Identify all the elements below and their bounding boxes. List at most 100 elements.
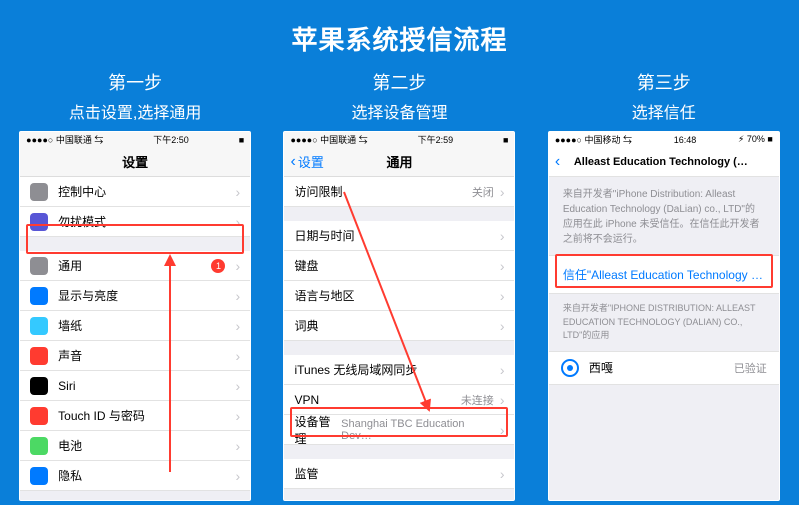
settings-row[interactable]: 设备管理Shanghai TBC Education Dev…›	[284, 415, 514, 445]
status-battery: ⚡︎ 70% ■	[738, 134, 773, 145]
chevron-left-icon: ‹	[290, 153, 295, 171]
status-carrier: ●●●●○ 中国联通 ⇆	[26, 133, 103, 146]
status-time: 下午2:50	[153, 133, 189, 146]
chevron-right-icon: ›	[494, 392, 505, 408]
status-bar: ●●●●○ 中国联通 ⇆ 下午2:59 ■	[284, 132, 514, 147]
settings-row[interactable]: 日期与时间 ›	[284, 221, 514, 251]
step-col-2: 第二步 选择设备管理 ●●●●○ 中国联通 ⇆ 下午2:59 ■ ‹ 设置 通用…	[283, 69, 515, 501]
nav-title: 通用	[386, 152, 412, 171]
app-icon	[561, 359, 579, 377]
row-label: Touch ID 与密码	[58, 407, 145, 424]
row-label: 电池	[58, 437, 82, 454]
row-label: 勿扰模式	[58, 213, 106, 230]
row-label: 通用	[58, 257, 82, 274]
status-bar: ●●●●○ 中国联通 ⇆ 下午2:50 ■	[20, 132, 250, 147]
row-label: 访问限制	[294, 183, 342, 200]
nav-back-button[interactable]: ‹ 设置	[290, 152, 323, 171]
row-value: 未连接	[461, 392, 494, 408]
settings-row[interactable]: VPN 未连接›	[284, 385, 514, 415]
chevron-right-icon: ›	[229, 438, 240, 454]
trust-button[interactable]: 信任"Alleast Education Technology (D…	[549, 255, 779, 294]
nav-title: 设置	[122, 152, 148, 171]
settings-row[interactable]: 显示与亮度›	[20, 281, 250, 311]
status-time: 16:48	[674, 135, 697, 145]
settings-row[interactable]: 键盘 ›	[284, 251, 514, 281]
step-number: 第一步	[108, 69, 162, 95]
row-label: 日期与时间	[294, 227, 354, 244]
chevron-right-icon: ›	[229, 258, 240, 274]
page-title: 苹果系统授信流程	[0, 0, 799, 69]
row-label: 显示与亮度	[58, 287, 118, 304]
settings-row[interactable]: 墙纸 ›	[20, 311, 250, 341]
settings-row[interactable]: 通用 1 ›	[20, 251, 250, 281]
nav-bar: 设置	[20, 147, 250, 177]
row-label: 设备管理	[294, 413, 341, 447]
row-label: VPN	[294, 393, 319, 407]
privacy-icon	[30, 467, 48, 485]
chevron-right-icon: ›	[494, 228, 505, 244]
row-label: 键盘	[294, 257, 318, 274]
nav-bar: ‹ Alleast Education Technology (DaLia…	[549, 147, 779, 177]
siri-icon	[30, 377, 48, 395]
status-battery: ■	[503, 135, 508, 145]
chevron-right-icon: ›	[494, 184, 505, 200]
trust-description: 来自开发者"iPhone Distribution: Alleast Educa…	[549, 177, 779, 255]
row-value: Shanghai TBC Education Dev…	[341, 418, 494, 442]
control-center-icon	[30, 183, 48, 201]
app-verified-status: 已验证	[734, 360, 767, 376]
settings-row[interactable]: 隐私›	[20, 461, 250, 491]
status-bar: ●●●●○ 中国移动 ⇆ 16:48 ⚡︎ 70% ■	[549, 132, 779, 147]
settings-row[interactable]: Touch ID 与密码 ›	[20, 401, 250, 431]
chevron-right-icon: ›	[229, 348, 240, 364]
row-label: 墙纸	[58, 317, 82, 334]
row-label: 声音	[58, 347, 82, 364]
settings-row[interactable]: iTunes 无线局域网同步 ›	[284, 355, 514, 385]
row-label: iTunes 无线局域网同步	[294, 361, 417, 378]
row-label: 隐私	[58, 467, 82, 484]
step-number: 第二步	[372, 69, 426, 95]
battery-icon	[30, 437, 48, 455]
status-time: 下午2:59	[418, 133, 454, 146]
dnd-icon	[30, 213, 48, 231]
settings-row[interactable]: 控制中心›	[20, 177, 250, 207]
chevron-right-icon: ›	[229, 318, 240, 334]
settings-row[interactable]: 词典›	[284, 311, 514, 341]
settings-row[interactable]: 勿扰模式 ›	[20, 207, 250, 237]
phone-screenshot-1: ●●●●○ 中国联通 ⇆ 下午2:50 ■ 设置 控制中心› 勿扰模式 › 通用 1 › 显…	[19, 131, 251, 501]
chevron-right-icon: ›	[229, 184, 240, 200]
step-description: 点击设置,选择通用	[69, 99, 201, 123]
wallpaper-icon	[30, 317, 48, 335]
step-description: 选择信任	[632, 99, 696, 123]
settings-row[interactable]: 访问限制 关闭›	[284, 177, 514, 207]
row-label: 监管	[294, 465, 318, 482]
step-number: 第三步	[637, 69, 691, 95]
settings-row[interactable]: 电池 ›	[20, 431, 250, 461]
nav-bar: ‹ 设置 通用	[284, 147, 514, 177]
phone-screenshot-3: ●●●●○ 中国移动 ⇆ 16:48 ⚡︎ 70% ■ ‹ Alleast Ed…	[548, 131, 780, 501]
trust-screen: 来自开发者"iPhone Distribution: Alleast Educa…	[549, 177, 779, 500]
app-row[interactable]: 西嘎 已验证	[549, 351, 779, 385]
chevron-right-icon: ›	[229, 214, 240, 230]
phone-screenshot-2: ●●●●○ 中国联通 ⇆ 下午2:59 ■ ‹ 设置 通用 访问限制关闭›日期与…	[283, 131, 515, 501]
nav-back-button[interactable]: ‹	[555, 153, 562, 171]
general-icon	[30, 257, 48, 275]
settings-list: 控制中心›勿扰模式›通用1›显示与亮度›墙纸›声音›Siri›Touch ID …	[20, 177, 250, 500]
chevron-right-icon: ›	[494, 258, 505, 274]
chevron-right-icon: ›	[494, 362, 505, 378]
general-list: 访问限制关闭›日期与时间›键盘›语言与地区›词典›iTunes 无线局域网同步›…	[284, 177, 514, 500]
row-value: 关闭	[472, 184, 494, 200]
status-carrier: ●●●●○ 中国移动 ⇆	[555, 133, 632, 146]
nav-back-label: 设置	[298, 152, 324, 171]
settings-row[interactable]: 监管›	[284, 459, 514, 489]
step-col-1: 第一步 点击设置,选择通用 ●●●●○ 中国联通 ⇆ 下午2:50 ■ 设置 控…	[19, 69, 251, 501]
row-label: 词典	[294, 317, 318, 334]
touchid-icon	[30, 407, 48, 425]
settings-row[interactable]: 声音 ›	[20, 341, 250, 371]
settings-row[interactable]: 语言与地区›	[284, 281, 514, 311]
chevron-right-icon: ›	[229, 408, 240, 424]
chevron-left-icon: ‹	[555, 153, 560, 171]
row-label: 语言与地区	[294, 287, 354, 304]
notification-badge: 1	[211, 259, 225, 273]
settings-row[interactable]: Siri›	[20, 371, 250, 401]
chevron-right-icon: ›	[229, 378, 240, 394]
